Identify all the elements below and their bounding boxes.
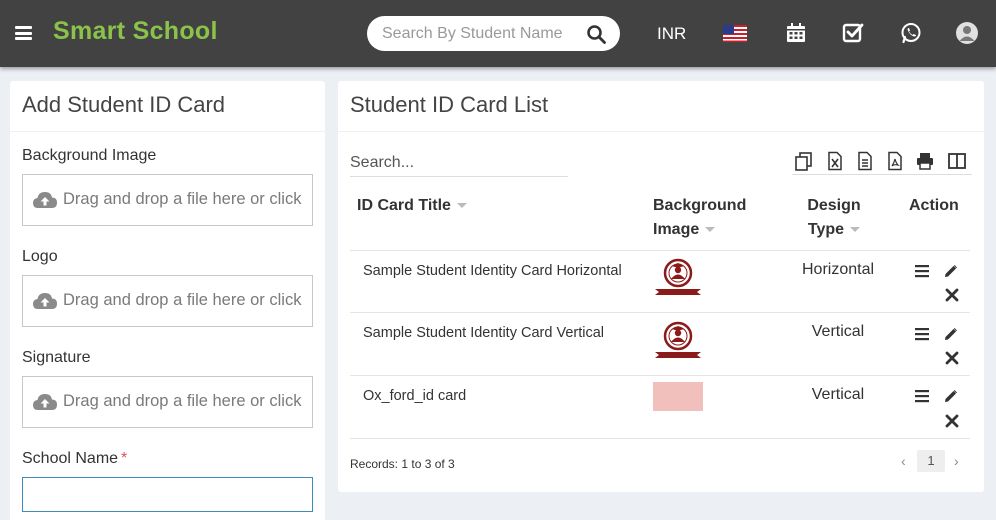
required-asterisk: *	[121, 450, 128, 467]
column-header-action: Action	[909, 197, 959, 214]
delete-x-icon[interactable]	[945, 351, 959, 365]
table-divider	[350, 250, 970, 251]
calendar-icon[interactable]	[785, 22, 807, 44]
whatsapp-icon[interactable]	[900, 22, 922, 44]
copy-icon[interactable]	[794, 151, 814, 171]
sort-caret-icon	[705, 227, 716, 233]
row-title: Ox_ford_id card	[363, 388, 467, 404]
top-navbar: Smart School INR	[0, 0, 996, 67]
row-design-type: Horizontal	[801, 261, 875, 278]
list-search-input[interactable]	[350, 149, 568, 177]
dropzone-text: Drag and drop a file here or click	[63, 392, 302, 410]
panel-divider	[338, 131, 984, 132]
cloud-upload-icon	[33, 293, 57, 309]
row-title: Sample Student Identity Card Horizontal	[363, 263, 622, 279]
table-divider	[350, 312, 970, 313]
cloud-upload-icon	[33, 192, 57, 208]
signature-dropzone[interactable]: Drag and drop a file here or click	[22, 376, 313, 428]
pdf-icon[interactable]	[885, 151, 905, 171]
export-toolbar	[792, 151, 972, 175]
school-name-label: School Name *	[22, 450, 127, 468]
print-icon[interactable]	[915, 151, 935, 171]
id-card-list-title: Student ID Card List	[350, 92, 549, 117]
currency-selector[interactable]: INR	[657, 24, 686, 44]
excel-icon[interactable]	[825, 151, 845, 171]
user-avatar-icon[interactable]	[956, 22, 978, 44]
search-icon[interactable]	[586, 24, 608, 44]
column-header-bg-line1: Background	[653, 197, 747, 214]
checkbox-icon[interactable]	[842, 22, 864, 44]
pagination-current-page[interactable]: 1	[917, 450, 945, 472]
dropzone-text: Drag and drop a file here or click	[63, 291, 302, 309]
school-logo-thumbnail	[655, 258, 701, 295]
pagination-next[interactable]: ›	[954, 453, 959, 469]
school-name-label-text: School Name	[22, 450, 119, 467]
add-id-card-title: Add Student ID Card	[22, 92, 226, 117]
signature-label: Signature	[22, 349, 91, 366]
table-divider	[350, 375, 970, 376]
records-count: Records: 1 to 3 of 3	[350, 457, 455, 471]
edit-pencil-icon[interactable]	[944, 389, 958, 403]
column-header-design-type[interactable]: Design Type	[806, 194, 862, 242]
column-header-title-text: ID Card Title	[357, 197, 451, 214]
pagination-prev[interactable]: ‹	[901, 453, 906, 469]
list-icon[interactable]	[915, 327, 929, 341]
add-id-card-panel: Add Student ID Card Background Image Dra…	[10, 81, 325, 520]
csv-icon[interactable]	[855, 151, 875, 171]
dropzone-text: Drag and drop a file here or click	[63, 190, 302, 208]
brand-logo-text[interactable]: Smart School	[53, 17, 218, 46]
column-header-background-image[interactable]: Background Image	[653, 194, 746, 242]
column-header-design-line2: Type	[807, 221, 845, 238]
us-flag-icon[interactable]	[723, 25, 747, 42]
logo-dropzone[interactable]: Drag and drop a file here or click	[22, 275, 313, 327]
table-divider	[350, 438, 970, 439]
row-design-type: Vertical	[811, 323, 865, 340]
delete-x-icon[interactable]	[945, 288, 959, 302]
background-image-label: Background Image	[22, 147, 157, 164]
list-icon[interactable]	[915, 264, 929, 278]
background-image-dropzone[interactable]: Drag and drop a file here or click	[22, 174, 313, 226]
edit-pencil-icon[interactable]	[944, 264, 958, 278]
column-header-title[interactable]: ID Card Title	[357, 194, 467, 218]
columns-icon[interactable]	[947, 151, 967, 171]
logo-label: Logo	[22, 248, 58, 265]
edit-pencil-icon[interactable]	[944, 327, 958, 341]
column-header-design-line1: Design	[807, 197, 861, 214]
student-search-box	[367, 16, 620, 51]
school-name-input[interactable]	[22, 477, 313, 512]
row-title: Sample Student Identity Card Vertical	[363, 325, 604, 341]
list-icon[interactable]	[915, 389, 929, 403]
row-design-type: Vertical	[811, 386, 865, 403]
menu-icon[interactable]	[15, 26, 32, 40]
sort-caret-icon	[456, 203, 467, 209]
panel-divider	[10, 131, 325, 132]
school-logo-thumbnail	[655, 321, 701, 358]
id-card-list-panel: Student ID Card List ID	[338, 81, 984, 492]
background-image-swatch	[653, 382, 703, 411]
sort-caret-icon	[850, 227, 861, 233]
delete-x-icon[interactable]	[945, 414, 959, 428]
student-search-input[interactable]	[382, 23, 562, 45]
column-header-bg-line2: Image	[653, 221, 700, 238]
cloud-upload-icon	[33, 394, 57, 410]
